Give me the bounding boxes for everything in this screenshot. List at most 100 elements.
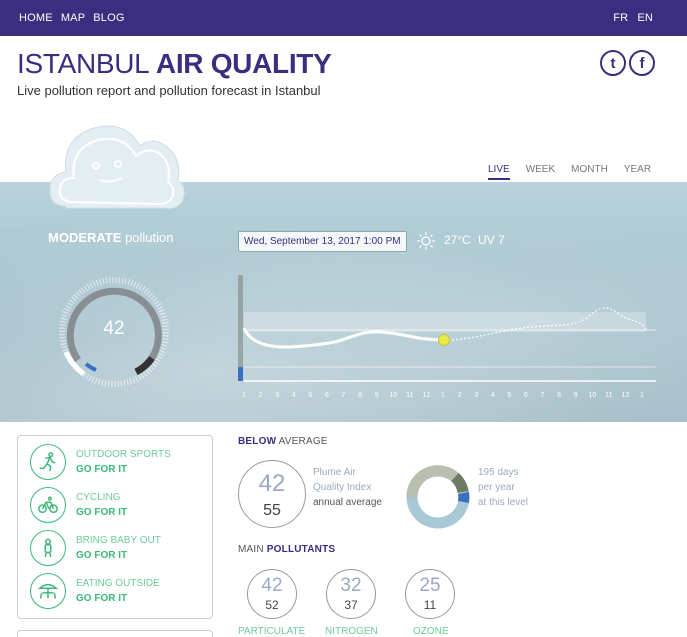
- chart-current-point: [438, 334, 450, 346]
- hour-tick-label: 1: [441, 392, 445, 399]
- hour-tick-label: 7: [541, 392, 545, 399]
- facebook-glyph: f: [639, 54, 645, 72]
- hour-tick-label: 5: [507, 392, 511, 399]
- hour-tick-label: 3: [275, 392, 279, 399]
- activity-name: CYCLING: [76, 492, 121, 503]
- pollution-timeline-chart[interactable]: 1 2 3 4 5 6 7 8 9 10 11 12 1 2 3 4 5 6 7 8 9 10 11 12 1: [232, 270, 662, 405]
- comparison-label-rest: AVERAGE: [278, 436, 328, 447]
- hour-tick-label: 4: [491, 392, 495, 399]
- hour-tick-label: 11: [406, 392, 413, 399]
- hour-tick-label: 6: [325, 392, 329, 399]
- pollution-level-label: MODERATE pollution: [48, 230, 174, 245]
- uv-index: UV 7: [478, 233, 505, 247]
- hour-tick-label: 1: [242, 392, 246, 399]
- activity-outdoor-sports[interactable]: OUTDOOR SPORTS GO FOR IT: [30, 444, 171, 480]
- time-range-tabs: LIVE WEEK MONTH YEAR: [488, 164, 651, 180]
- days-description: 195 days per year at this level: [478, 465, 528, 510]
- activity-advice: GO FOR IT: [76, 464, 128, 475]
- top-navbar: HOME MAP BLOG FR EN: [0, 0, 687, 36]
- hour-tick-label: 12: [622, 392, 630, 399]
- umbrella-table-icon: [30, 573, 66, 609]
- nav-blog-link[interactable]: BLOG: [93, 12, 124, 24]
- running-icon: [30, 444, 66, 480]
- title-air-quality: AIR QUALITY: [155, 48, 332, 79]
- temperature: 27°C: [444, 233, 471, 247]
- twitter-icon[interactable]: t: [600, 50, 626, 76]
- pollutant-nitrogen-label: NITROGEN: [325, 626, 378, 637]
- pollutant-current: 32: [340, 575, 362, 596]
- days-line1: 195 days: [478, 467, 519, 478]
- pollutants-header-prefix: MAIN: [238, 544, 264, 555]
- pollutant-particulate-label: PARTICULATE: [238, 626, 306, 637]
- activity-advice: GO FOR IT: [76, 550, 128, 561]
- days-line3: at this level: [478, 497, 529, 508]
- baby-icon: [30, 530, 66, 566]
- nav-map-link[interactable]: MAP: [61, 12, 85, 24]
- hour-tick-label: 10: [389, 392, 397, 399]
- pollutant-current: 42: [261, 575, 283, 596]
- hour-tick-label: 6: [524, 392, 528, 399]
- chart-hour-labels: 1 2 3 4 5 6 7 8 9 10 11 12 1 2 3 4 5 6 7 8 9 10 11 12 1: [242, 392, 644, 399]
- hour-tick-label: 11: [605, 392, 612, 399]
- pollution-level: MODERATE: [48, 230, 122, 245]
- aqi-current-value: 42: [258, 470, 286, 497]
- activity-eating-outside[interactable]: EATING OUTSIDE GO FOR IT: [30, 573, 160, 609]
- activity-cycling[interactable]: CYCLING GO FOR IT: [30, 487, 127, 523]
- pollutants-header-bold: POLLUTANTS: [266, 544, 336, 555]
- lang-en-link[interactable]: EN: [637, 12, 653, 24]
- pollutant-ozone-circle[interactable]: 25 11: [405, 569, 455, 619]
- chart-scale-low: [238, 367, 243, 381]
- days-donut-chart: [406, 465, 470, 529]
- pollutants-header: MAIN POLLUTANTS: [238, 544, 335, 555]
- activity-baby[interactable]: BRING BABY OUT GO FOR IT: [30, 530, 161, 566]
- pollutant-nitrogen-circle[interactable]: 32 37: [326, 569, 376, 619]
- gauge-value: 42: [103, 318, 125, 339]
- chart-band: [244, 312, 646, 332]
- date-selector[interactable]: Wed, September 13, 2017 1:00 PM: [238, 231, 407, 252]
- activity-advice: GO FOR IT: [76, 507, 128, 518]
- activity-advice: GO FOR IT: [76, 593, 128, 604]
- nav-home-link[interactable]: HOME: [19, 12, 53, 24]
- hour-tick-label: 4: [292, 392, 296, 399]
- hour-tick-label: 3: [474, 392, 478, 399]
- tab-month[interactable]: MONTH: [571, 164, 608, 180]
- aqi-average-value: 55: [263, 502, 281, 519]
- secondary-card: [17, 630, 213, 637]
- page-title: ISTANBUL AIR QUALITY: [17, 48, 332, 80]
- hour-tick-label: 1: [640, 392, 644, 399]
- activity-name: BRING BABY OUT: [76, 535, 161, 546]
- facebook-icon[interactable]: f: [629, 50, 655, 76]
- hour-tick-label: 8: [358, 392, 362, 399]
- comparison-label: BELOW AVERAGE: [238, 436, 328, 447]
- hour-tick-label: 2: [259, 392, 263, 399]
- tab-year[interactable]: YEAR: [624, 164, 651, 180]
- pollutant-average: 11: [423, 598, 437, 612]
- title-city: ISTANBUL: [17, 48, 149, 79]
- pollutant-particulate-circle[interactable]: 42 52: [247, 569, 297, 619]
- hour-tick-label: 9: [375, 392, 379, 399]
- pollution-suffix: pollution: [125, 230, 174, 245]
- hour-tick-label: 2: [458, 392, 462, 399]
- hour-tick-label: 10: [588, 392, 596, 399]
- hour-tick-label: 7: [342, 392, 346, 399]
- tab-week[interactable]: WEEK: [526, 164, 555, 180]
- hour-tick-label: 9: [574, 392, 578, 399]
- hour-tick-label: 5: [308, 392, 312, 399]
- page-subtitle: Live pollution report and pollution fore…: [17, 83, 321, 98]
- sun-icon: [417, 232, 435, 250]
- activities-card: OUTDOOR SPORTS GO FOR IT CYCLING GO FOR …: [17, 435, 213, 619]
- bicycle-icon: [30, 487, 66, 523]
- hour-tick-label: 8: [557, 392, 561, 399]
- aqi-index-line2: Quality Index: [313, 482, 372, 493]
- tab-live[interactable]: LIVE: [488, 164, 510, 180]
- aqi-description: Plume Air Quality Index annual average: [313, 465, 382, 510]
- pollutant-ozone-label: OZONE: [413, 626, 449, 637]
- comparison-label-bold: BELOW: [238, 436, 277, 447]
- aqi-index-line1: Plume Air: [313, 467, 356, 478]
- pollutant-average: 37: [344, 598, 358, 612]
- lang-fr-link[interactable]: FR: [613, 12, 628, 24]
- twitter-glyph: t: [610, 54, 616, 72]
- activity-name: EATING OUTSIDE: [76, 578, 160, 589]
- chart-scale-bar: [238, 275, 243, 381]
- aqi-comparison-circle: 42 55: [238, 460, 306, 528]
